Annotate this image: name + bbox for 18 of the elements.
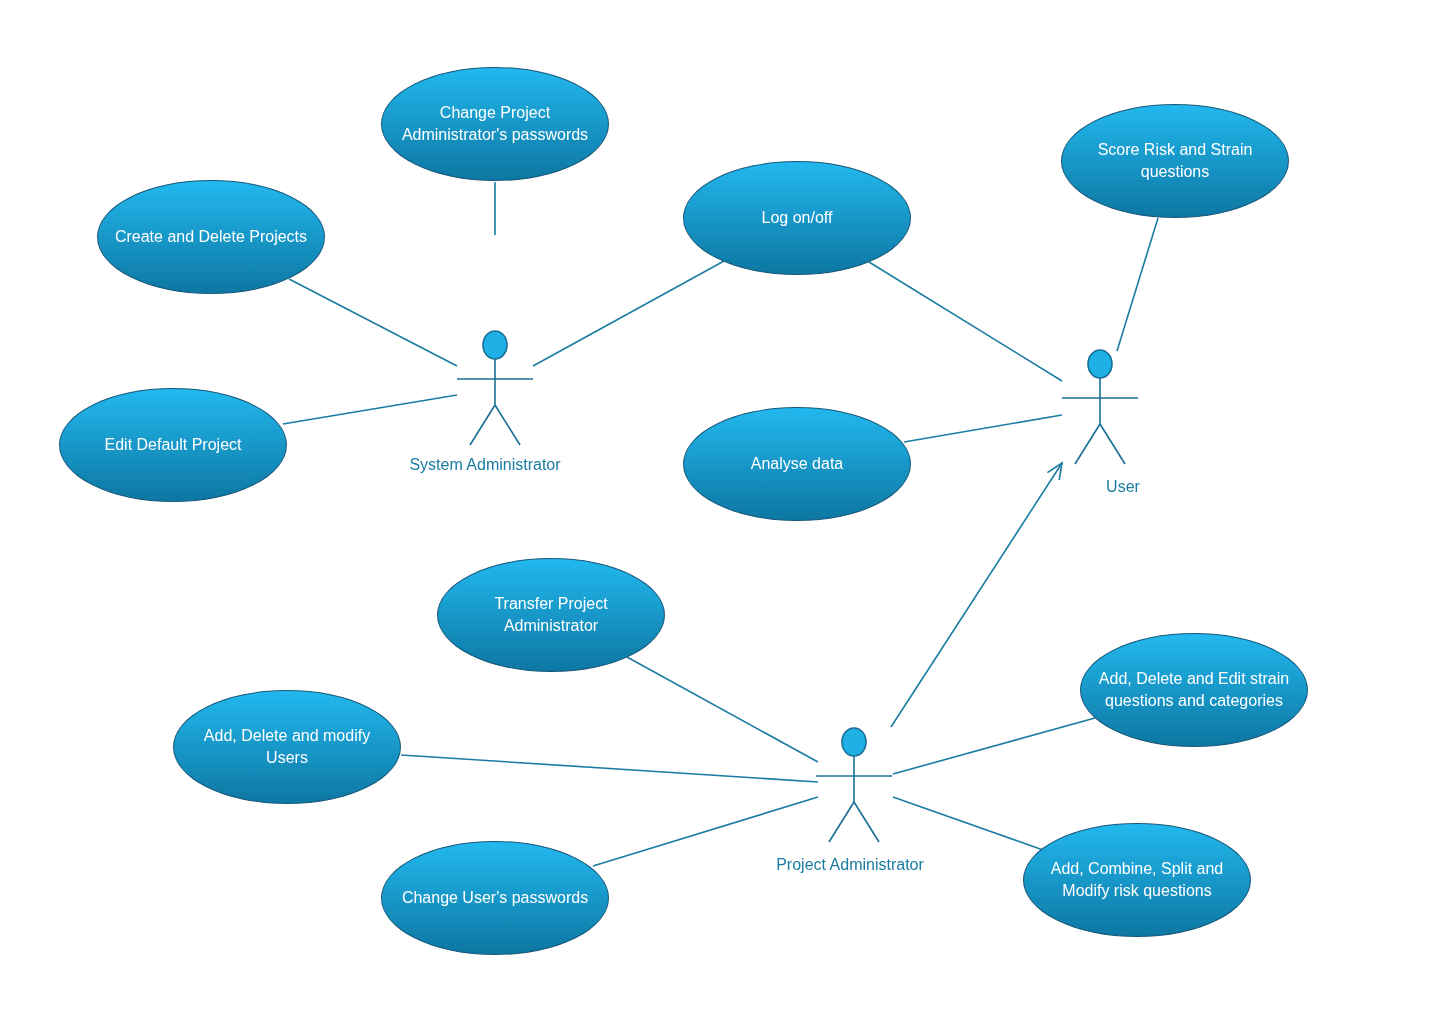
stick-figure-icon (815, 727, 893, 843)
association-line (494, 181, 496, 236)
use-case: Log on/off (683, 161, 911, 275)
use-case: Add, Delete and modify Users (173, 690, 401, 804)
use-case: Add, Combine, Split and Modify risk questions (1023, 823, 1251, 937)
use-case: Change Project Administrator's passwords (381, 67, 609, 181)
actor-label: Project Administrator (776, 855, 924, 875)
stick-figure-icon (1061, 349, 1139, 465)
actor-label: User (1106, 477, 1140, 497)
use-case: Score Risk and Strain questions (1061, 104, 1289, 218)
use-case: Create and Delete Projects (97, 180, 325, 294)
actor-label: System Administrator (409, 455, 561, 475)
stick-figure-icon (456, 330, 534, 446)
use-case: Analyse data (683, 407, 911, 521)
use-case: Edit Default Project (59, 388, 287, 502)
use-case: Add, Delete and Edit strain questions and categories (1080, 633, 1308, 747)
use-case: Change User's passwords (381, 841, 609, 955)
use-case: Transfer Project Administrator (437, 558, 665, 672)
